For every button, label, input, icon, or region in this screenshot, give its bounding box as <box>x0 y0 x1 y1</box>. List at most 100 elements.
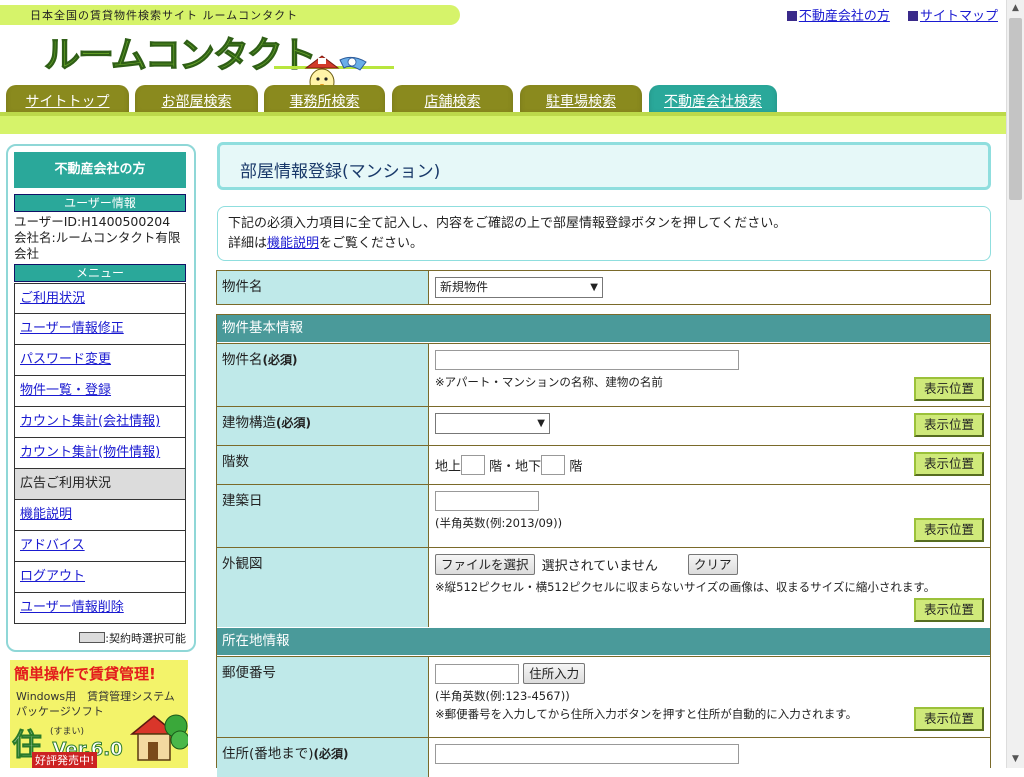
name-row: 物件名(必須) ※アパート・マンションの名称、建物の名前 表示位置 <box>217 343 990 406</box>
position-button-postal[interactable]: 表示位置 <box>914 707 984 731</box>
name-label-text: 物件名 <box>222 352 263 368</box>
sidebar-menu-label[interactable]: ご利用状況 <box>20 291 85 306</box>
sidebar-menu-item[interactable]: アドバイス <box>14 531 186 562</box>
position-button-structure[interactable]: 表示位置 <box>914 413 984 437</box>
dropdown-arrow-icon: ▼ <box>590 282 598 293</box>
property-label: 物件名 <box>217 271 429 304</box>
banner-subtitle: Windows用 賃貸管理システム <box>16 690 175 703</box>
square-bullet-icon <box>786 11 797 21</box>
square-bullet-icon <box>907 11 918 21</box>
sidebar-menu-item: 広告ご利用状況 <box>14 469 186 500</box>
position-button-floors[interactable]: 表示位置 <box>914 452 984 476</box>
sidebar-menu-label[interactable]: 物件一覧・登録 <box>20 383 111 398</box>
site-logo[interactable]: ルームコンタクト <box>43 26 394 102</box>
sidebar-menu-label[interactable]: アドバイス <box>20 538 85 553</box>
product-reading: (すまい) <box>50 727 85 737</box>
floors-below-input[interactable] <box>541 455 566 475</box>
banner-title: 簡単操作で賃貸管理! <box>14 665 156 683</box>
sidebar-menu-item[interactable]: 機能説明 <box>14 500 186 531</box>
user-id: ユーザーID:H1400500204 <box>14 214 171 229</box>
address-row: 住所(番地まで)(必須) <box>217 737 990 777</box>
name-note: ※アパート・マンションの名称、建物の名前 <box>435 375 663 389</box>
sidebar-menu-item[interactable]: パスワード変更 <box>14 345 186 376</box>
main-nav: サイトトップ お部屋検索 事務所検索 店舗検索 駐車場検索 不動産会社検索 <box>0 82 1006 117</box>
property-select[interactable]: 新規物件 ▼ <box>435 277 603 298</box>
sidebar: 不動産会社の方 ユーザー情報 ユーザーID:H1400500204 会社名:ルー… <box>6 144 196 652</box>
sidebar-menu-label[interactable]: ユーザー情報修正 <box>20 321 124 336</box>
structure-select[interactable]: ▼ <box>435 413 550 434</box>
floors-label: 階数 <box>217 446 429 484</box>
sidebar-menu-item[interactable]: カウント集計(会社情報) <box>14 407 186 438</box>
nav-strip <box>0 116 1006 134</box>
page-title-box: 部屋情報登録(マンション) <box>217 142 991 190</box>
position-button-name[interactable]: 表示位置 <box>914 377 984 401</box>
detail-suffix: をご覧ください。 <box>319 236 424 251</box>
registration-form: 物件基本情報 物件名(必須) ※アパート・マンションの名称、建物の名前 表示位置… <box>216 314 991 777</box>
basic-info-heading: 物件基本情報 <box>217 315 990 342</box>
scrollbar-thumb[interactable] <box>1009 18 1022 200</box>
structure-label-text: 建物構造 <box>222 415 276 431</box>
sidebar-menu-label: 広告ご利用状況 <box>20 476 112 491</box>
clear-button[interactable]: クリア <box>688 554 738 575</box>
sidebar-menu-label[interactable]: カウント集計(会社情報) <box>20 414 160 429</box>
structure-label: 建物構造(必須) <box>217 407 429 445</box>
user-info: ユーザーID:H1400500204 会社名:ルームコンタクト有限会社 <box>14 214 190 262</box>
address-label: 住所(番地まで)(必須) <box>217 738 429 777</box>
property-select-cell: 新規物件 ▼ <box>429 271 990 304</box>
sidebar-menu-label[interactable]: パスワード変更 <box>20 352 111 367</box>
name-input[interactable] <box>435 350 739 370</box>
postal-input[interactable] <box>435 663 519 684</box>
scroll-up-icon[interactable]: ▲ <box>1007 0 1024 17</box>
required-mark: (必須) <box>276 416 311 430</box>
legend-text: :契約時選択可能 <box>105 632 186 645</box>
site-tagline: 日本全国の賃貸物件検索サイト ルームコンタクト <box>30 9 299 22</box>
structure-cell: ▼ 表示位置 <box>429 407 990 445</box>
floors-above-input[interactable] <box>461 455 486 475</box>
sidebar-menu: ご利用状況ユーザー情報修正 パスワード変更 物件一覧・登録カウント集計(会社情報) カ… <box>14 283 186 624</box>
floors-unit: 階 <box>569 459 583 475</box>
detail-prefix: 詳細は <box>228 236 268 251</box>
sidebar-menu-item[interactable]: カウント集計(物件情報) <box>14 438 186 469</box>
floors-cell: 地上 階・地下 階 表示位置 <box>429 446 990 484</box>
sidebar-menu-item[interactable]: ログアウト <box>14 562 186 593</box>
sidebar-menu-label[interactable]: ログアウト <box>20 569 85 584</box>
postal-label: 郵便番号 <box>217 657 429 737</box>
feature-help-link[interactable]: 機能説明 <box>267 236 319 251</box>
sidebar-heading: 不動産会社の方 <box>14 152 186 188</box>
property-select-value: 新規物件 <box>440 280 489 294</box>
postal-row: 郵便番号 住所入力 (半角英数(例:123-4567)) ※郵便番号を入力してか… <box>217 656 990 737</box>
position-button-built[interactable]: 表示位置 <box>914 518 984 542</box>
realtor-link[interactable]: 不動産会社の方 <box>786 9 890 24</box>
floors-below-label: 階・地下 <box>489 459 542 475</box>
exterior-note: ※縦512ピクセル・横512ピクセルに収まらないサイズの画像は、収まるサイズに縮… <box>435 580 936 594</box>
built-date-row: 建築日 (半角英数(例:2013/09)) 表示位置 <box>217 484 990 547</box>
dropdown-arrow-icon: ▼ <box>537 418 545 429</box>
sidebar-menu-item[interactable]: ご利用状況 <box>14 283 186 314</box>
sidebar-menu-item[interactable]: ユーザー情報削除 <box>14 593 186 624</box>
file-select-button[interactable]: ファイルを選択 <box>435 554 535 575</box>
address-lookup-button[interactable]: 住所入力 <box>523 663 586 684</box>
property-select-row: 物件名 新規物件 ▼ <box>217 271 990 304</box>
position-button-exterior[interactable]: 表示位置 <box>914 598 984 622</box>
vertical-scrollbar[interactable]: ▲ ▼ <box>1006 0 1024 768</box>
sidebar-menu-label[interactable]: 機能説明 <box>20 507 72 522</box>
sidebar-menu-item[interactable]: 物件一覧・登録 <box>14 376 186 407</box>
scroll-down-icon[interactable]: ▼ <box>1007 751 1024 768</box>
product-banner[interactable]: 簡単操作で賃貸管理! Windows用 賃貸管理システム パッケージソフト 住 … <box>10 660 188 768</box>
user-info-heading: ユーザー情報 <box>14 194 186 212</box>
page-title: 部屋情報登録(マンション) <box>240 162 441 182</box>
sidebar-menu-label[interactable]: ユーザー情報削除 <box>20 600 124 615</box>
sidebar-menu-item[interactable]: ユーザー情報修正 <box>14 314 186 345</box>
gray-swatch <box>79 632 106 643</box>
menu-heading: メニュー <box>14 264 186 282</box>
built-date-cell: (半角英数(例:2013/09)) 表示位置 <box>429 485 990 547</box>
selectable-legend: :契約時選択可能 <box>79 630 186 646</box>
postal-cell: 住所入力 (半角英数(例:123-4567)) ※郵便番号を入力してから住所入力… <box>429 657 990 737</box>
address-input[interactable] <box>435 744 739 764</box>
sitemap-link[interactable]: サイトマップ <box>907 9 998 24</box>
postal-note: (半角英数(例:123-4567)) <box>435 689 570 703</box>
sidebar-menu-label[interactable]: カウント集計(物件情報) <box>20 445 160 460</box>
built-date-input[interactable] <box>435 491 539 511</box>
required-mark: (必須) <box>313 747 349 761</box>
header-links: 不動産会社の方 サイトマップ <box>773 5 998 24</box>
